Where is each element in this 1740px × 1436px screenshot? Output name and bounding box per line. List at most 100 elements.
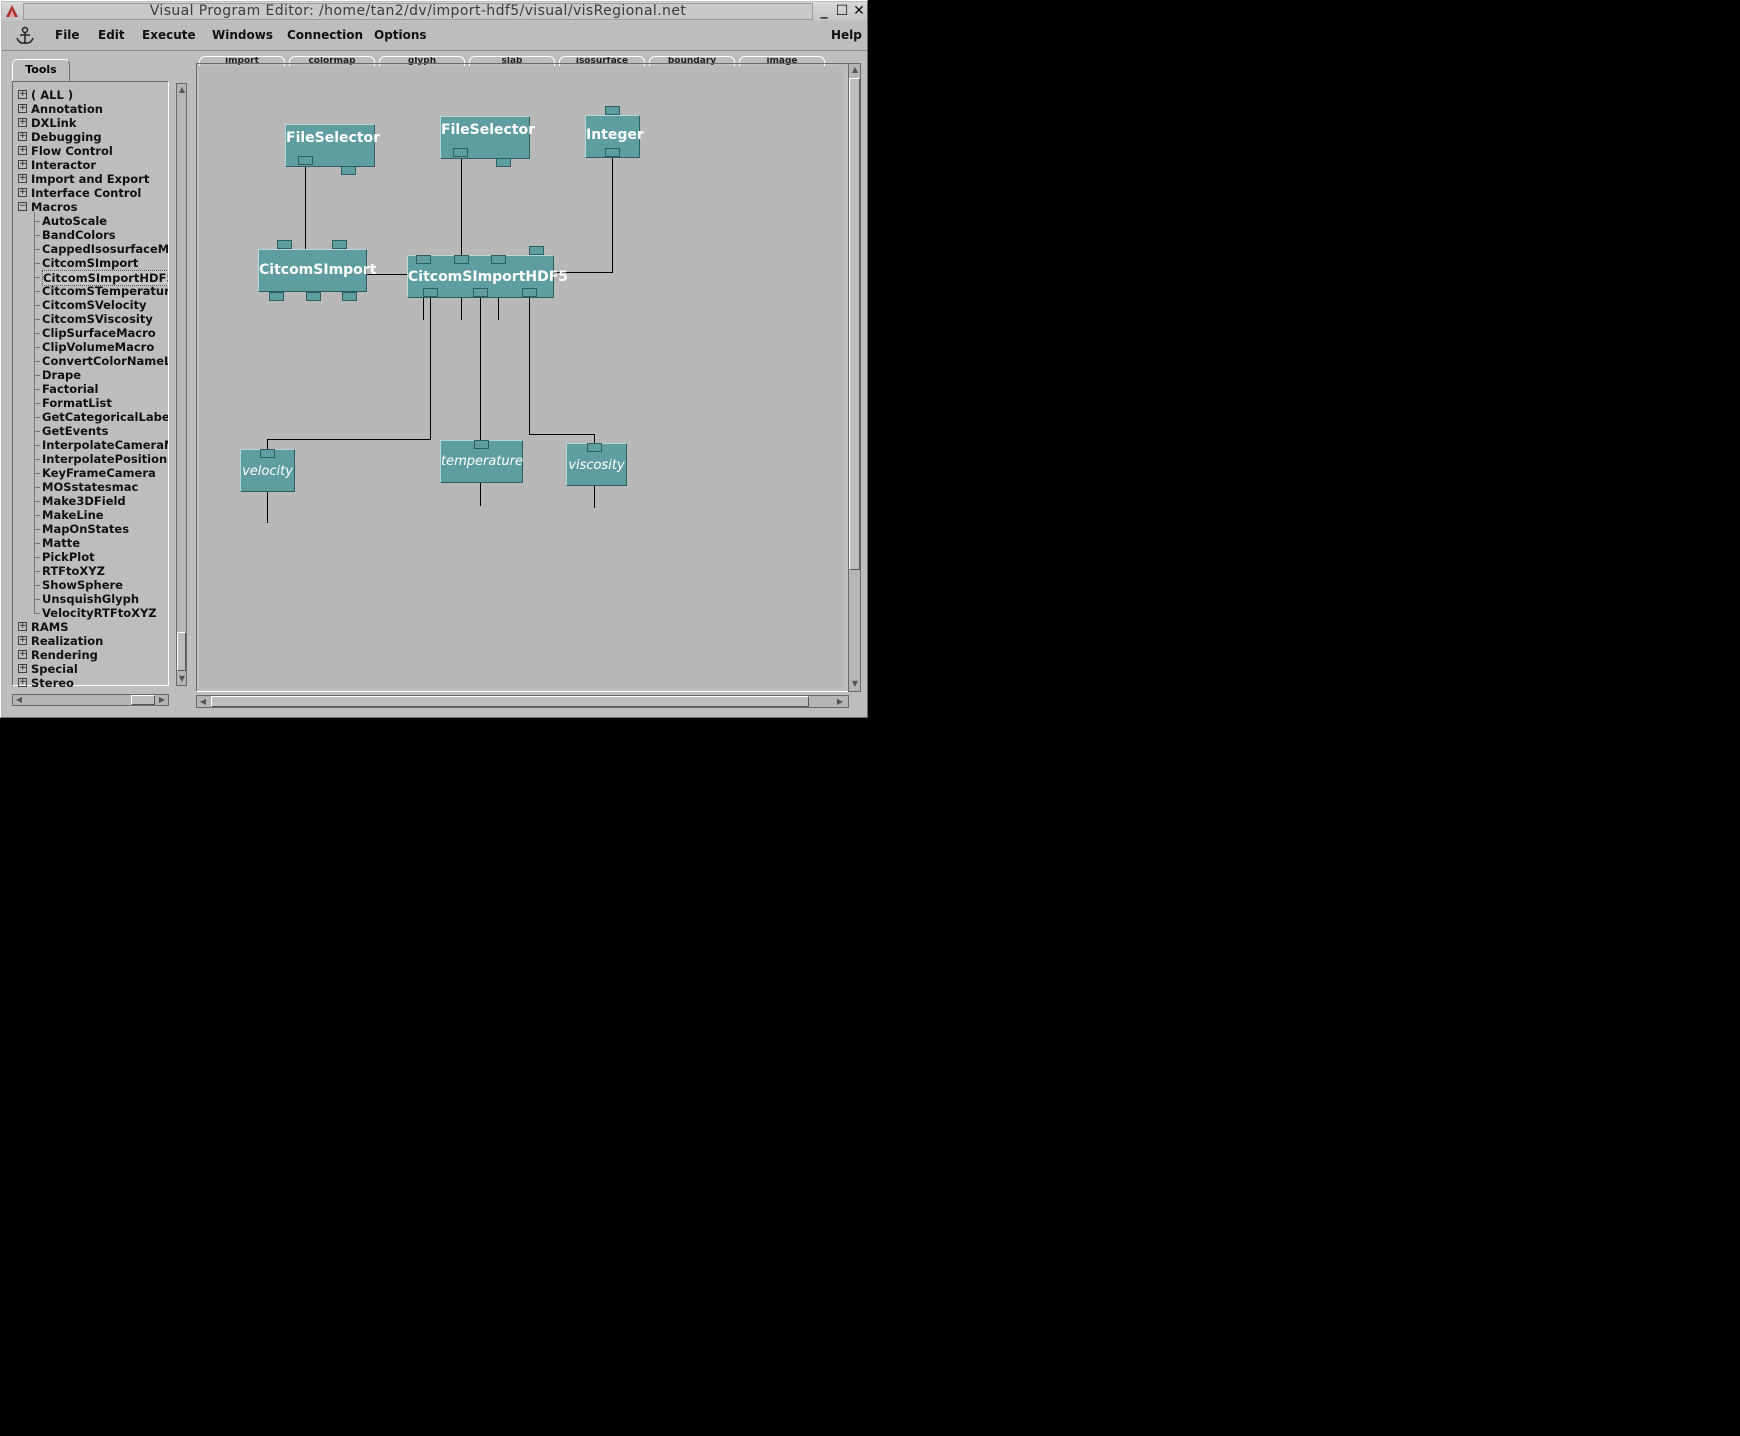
tree-item[interactable]: ConvertColorNameLis [42, 354, 168, 368]
tools-horizontal-scrollbar[interactable]: ◀ ▶ [12, 694, 169, 706]
scroll-right-icon[interactable]: ▶ [156, 694, 168, 706]
expand-icon[interactable]: + [18, 622, 27, 631]
input-port[interactable] [587, 443, 602, 452]
tree-item[interactable]: VelocityRTFtoXYZ [42, 606, 157, 620]
input-port[interactable] [277, 240, 292, 249]
tree-item[interactable]: InterpolatePositions [42, 452, 168, 466]
scroll-right-icon[interactable]: ▶ [834, 696, 846, 708]
tree-item[interactable]: Make3DField [42, 494, 126, 508]
tree-item[interactable]: MakeLine [42, 508, 104, 522]
expand-icon[interactable]: + [18, 678, 27, 687]
tree-category[interactable]: Import and Export [31, 172, 149, 186]
tree-category[interactable]: Interface Control [31, 186, 141, 200]
expand-icon[interactable]: + [18, 188, 27, 197]
menu-execute[interactable]: Execute [142, 28, 196, 42]
tree-item[interactable]: FormatList [42, 396, 112, 410]
output-port[interactable] [342, 292, 357, 301]
canvas-hscroll-thumb[interactable] [211, 696, 809, 707]
input-port[interactable] [529, 246, 544, 255]
scroll-left-icon[interactable]: ◀ [197, 696, 209, 708]
tree-item[interactable]: AutoScale [42, 214, 107, 228]
tree-category[interactable]: Macros [31, 200, 77, 214]
expand-icon[interactable]: + [18, 104, 27, 113]
scroll-left-icon[interactable]: ◀ [13, 694, 25, 706]
tree-category[interactable]: Annotation [31, 102, 103, 116]
expand-icon[interactable]: + [18, 118, 27, 127]
expand-icon[interactable]: + [18, 174, 27, 183]
output-port[interactable] [605, 148, 620, 157]
menu-help[interactable]: Help [831, 28, 862, 42]
output-port[interactable] [269, 292, 284, 301]
tree-item[interactable]: UnsquishGlyph [42, 592, 139, 606]
canvas-vertical-scrollbar[interactable]: ▲ ▼ [848, 63, 861, 692]
tree-item[interactable]: Factorial [42, 382, 98, 396]
tree-category[interactable]: Special [31, 662, 78, 676]
tree-category[interactable]: DXLink [31, 116, 77, 130]
menu-file[interactable]: File [55, 28, 80, 42]
scroll-down-icon[interactable]: ▼ [176, 673, 188, 685]
canvas-vscroll-thumb[interactable] [849, 78, 860, 570]
tree-item[interactable]: RTFtoXYZ [42, 564, 105, 578]
anchor-icon[interactable] [14, 26, 36, 46]
tree-item[interactable]: CitcomSImport [42, 256, 138, 270]
tools-hscroll-thumb[interactable] [131, 695, 155, 705]
output-port[interactable] [453, 148, 468, 157]
tree-item[interactable]: ClipSurfaceMacro [42, 326, 156, 340]
tree-item[interactable]: ShowSphere [42, 578, 123, 592]
tree-item[interactable]: KeyFrameCamera [42, 466, 156, 480]
tree-category[interactable]: Interactor [31, 158, 96, 172]
tree-item[interactable]: InterpolateCameraMa [42, 438, 168, 452]
menu-edit[interactable]: Edit [98, 28, 125, 42]
tools-vscroll-thumb[interactable] [177, 632, 186, 671]
tree-item[interactable]: GetCategoricalLabels [42, 410, 168, 424]
minimize-icon[interactable]: _ [816, 3, 832, 20]
collapse-icon[interactable]: − [18, 202, 27, 211]
input-port[interactable] [474, 440, 489, 449]
menu-windows[interactable]: Windows [212, 28, 273, 42]
output-port[interactable] [341, 166, 356, 175]
tree-item[interactable]: Matte [42, 536, 80, 550]
output-port[interactable] [522, 288, 537, 297]
input-port[interactable] [605, 106, 620, 115]
input-port[interactable] [260, 449, 275, 458]
tree-item[interactable]: CappedIsosurfaceMa [42, 242, 168, 256]
tree-category[interactable]: Rendering [31, 648, 98, 662]
tools-vertical-scrollbar[interactable]: ▲ ▼ [176, 83, 187, 686]
expand-icon[interactable]: + [18, 650, 27, 659]
scroll-down-icon[interactable]: ▼ [849, 678, 861, 690]
tree-category[interactable]: Stereo [31, 676, 74, 688]
tree-category[interactable]: Debugging [31, 130, 102, 144]
scroll-up-icon[interactable]: ▲ [849, 64, 861, 76]
expand-icon[interactable]: + [18, 636, 27, 645]
input-port[interactable] [491, 255, 506, 264]
tools-tab[interactable]: Tools [12, 59, 70, 81]
tree-item[interactable]: Drape [42, 368, 81, 382]
input-port[interactable] [454, 255, 469, 264]
expand-icon[interactable]: + [18, 146, 27, 155]
expand-icon[interactable]: + [18, 664, 27, 673]
tree-item[interactable]: CitcomSTemperature [42, 284, 168, 298]
module-citcomsimport[interactable]: CitcomSImport [258, 249, 376, 292]
output-port[interactable] [496, 158, 511, 167]
tree-item[interactable]: ClipVolumeMacro [42, 340, 154, 354]
output-port[interactable] [423, 288, 438, 297]
tree-item[interactable]: PickPlot [42, 550, 95, 564]
input-port[interactable] [332, 240, 347, 249]
input-port[interactable] [416, 255, 431, 264]
menu-connection[interactable]: Connection [287, 28, 363, 42]
maximize-icon[interactable]: ☐ [834, 3, 850, 20]
tree-item[interactable]: MOSstatesmac [42, 480, 138, 494]
tree-item[interactable]: BandColors [42, 228, 116, 242]
expand-icon[interactable]: + [18, 132, 27, 141]
expand-icon[interactable]: + [18, 90, 27, 99]
output-port[interactable] [298, 156, 313, 165]
tree-category[interactable]: ( ALL ) [31, 88, 73, 102]
close-icon[interactable]: ✕ [851, 3, 867, 20]
tree-item[interactable]: CitcomSVelocity [42, 298, 147, 312]
title-bar[interactable]: Visual Program Editor: /home/tan2/dv/imp… [2, 2, 867, 21]
tree-item[interactable]: CitcomSViscosity [42, 312, 153, 326]
network-canvas[interactable]: FileSelector FileSelector Integer Citcom… [199, 66, 844, 689]
expand-icon[interactable]: + [18, 160, 27, 169]
tree-category[interactable]: Realization [31, 634, 103, 648]
output-port[interactable] [473, 288, 488, 297]
